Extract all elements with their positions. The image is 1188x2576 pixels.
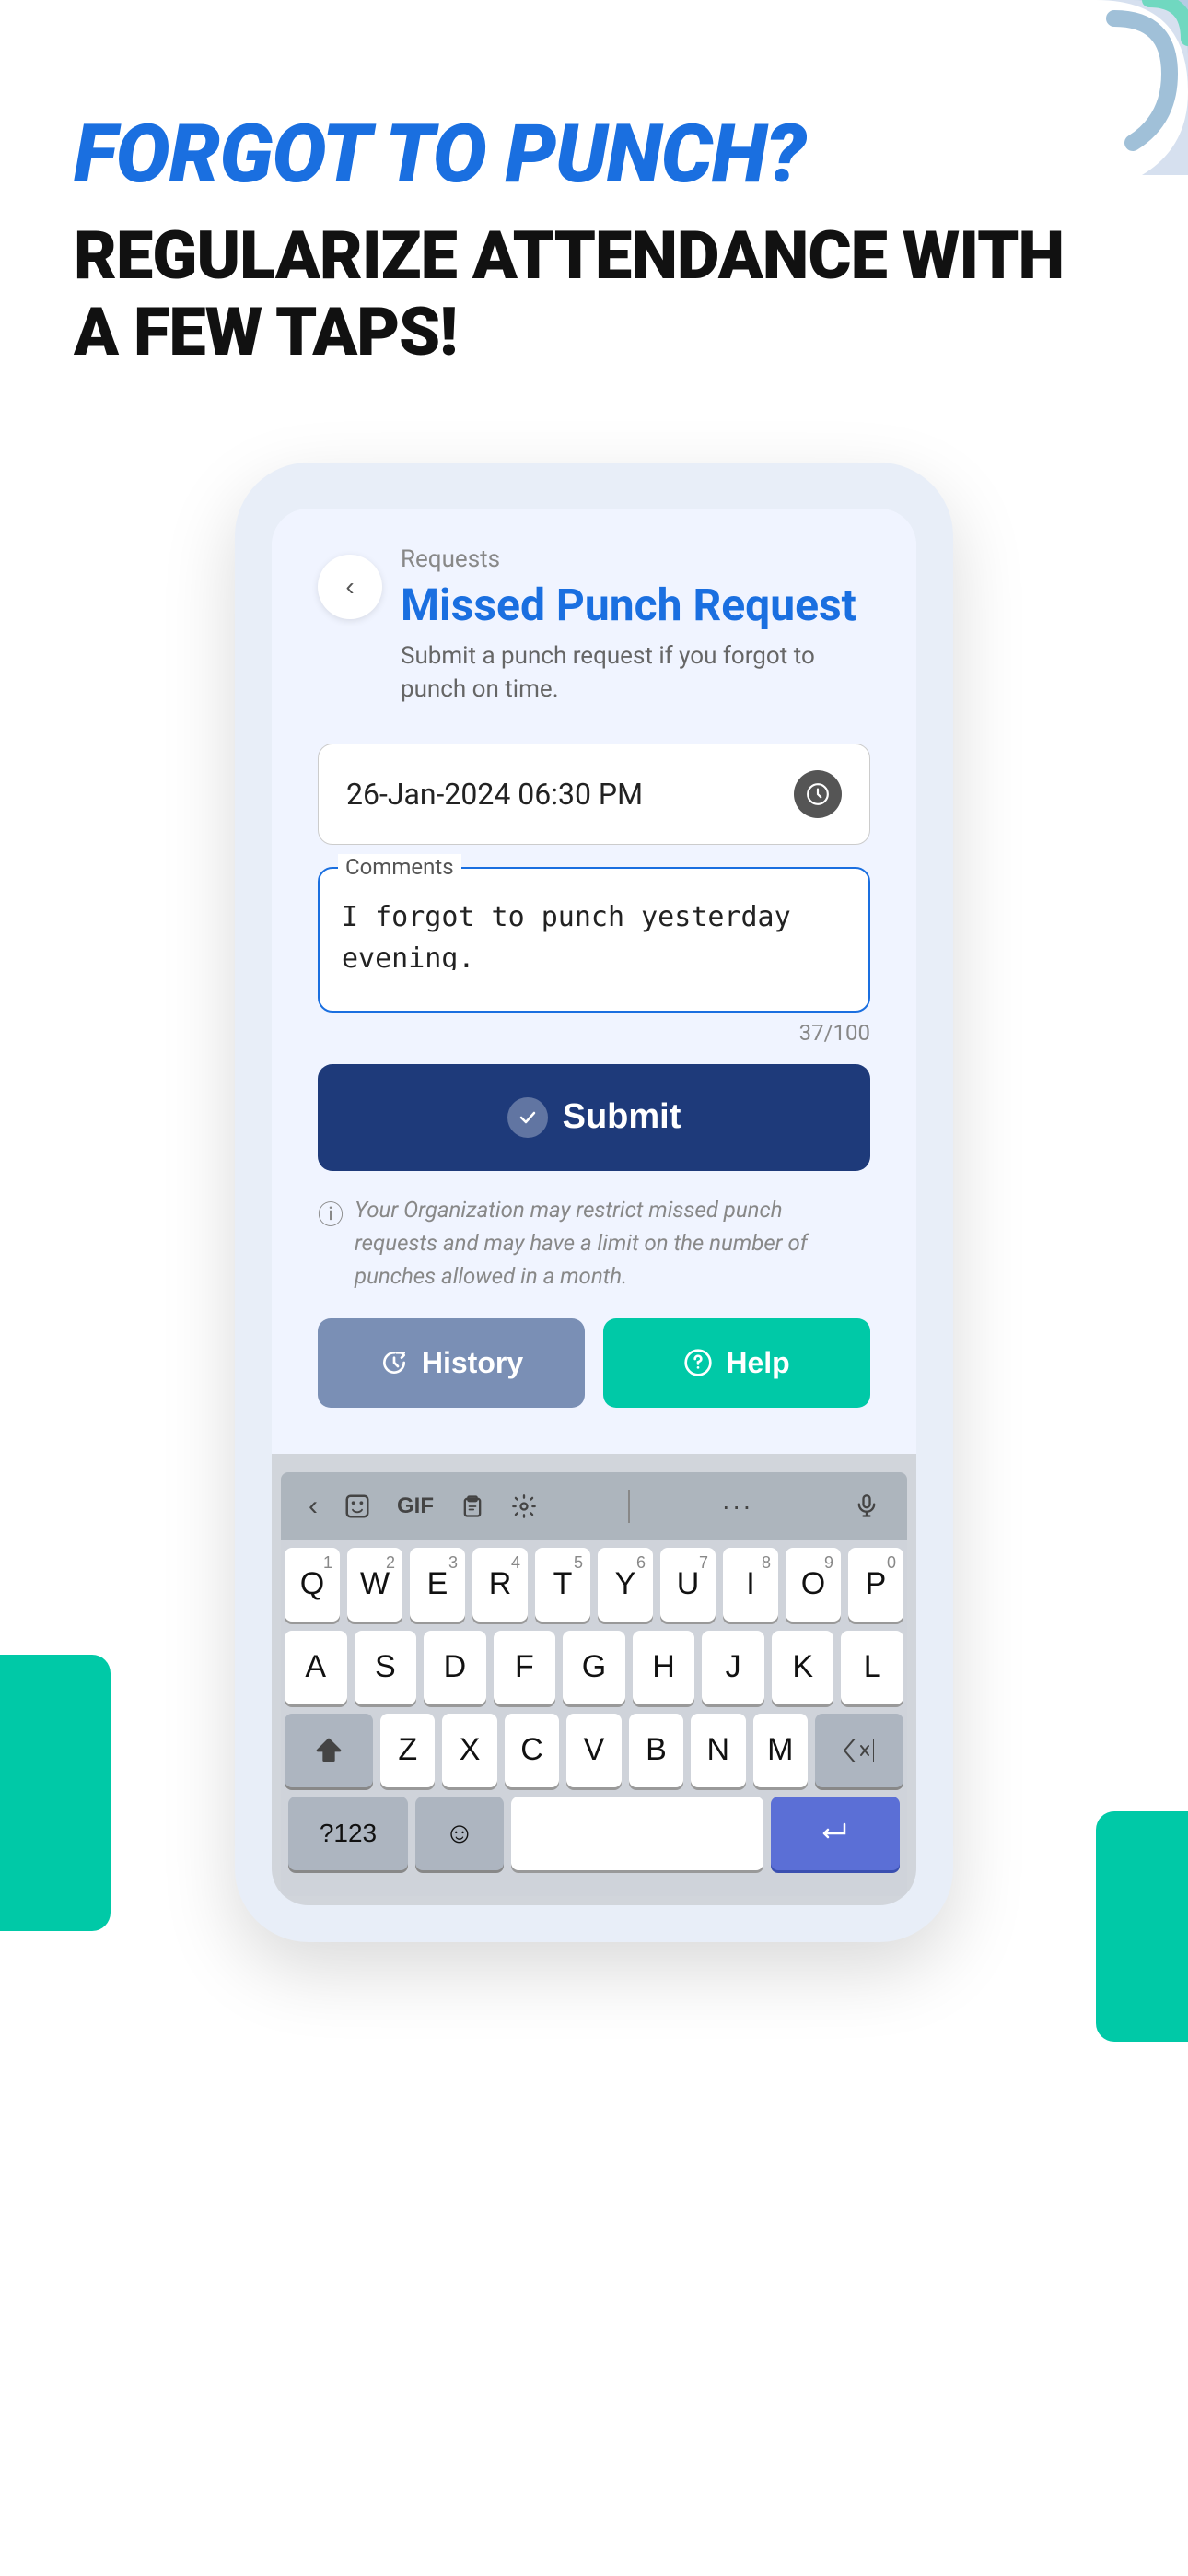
kb-key-x[interactable]: X [442,1714,496,1787]
kb-shift-key[interactable] [285,1714,373,1787]
submit-button[interactable]: Submit [318,1064,870,1171]
kb-key-a[interactable]: A [285,1631,347,1704]
back-arrow-icon: ‹ [345,572,354,602]
kb-key-u[interactable]: U7 [660,1548,716,1622]
kb-row-1: Q1 W2 E3 R4 T5 Y6 U7 I8 O9 P0 [285,1548,903,1622]
kb-key-y[interactable]: Y6 [598,1548,653,1622]
kb-emoji-key[interactable]: ☺ [415,1797,504,1870]
kb-key-k[interactable]: K [772,1631,834,1704]
kb-key-q[interactable]: Q1 [285,1548,340,1622]
help-button[interactable]: Help [603,1318,870,1408]
keyboard-area: ‹ GIF [272,1454,916,1905]
screen-title: Missed Punch Request [401,579,870,632]
char-count: 37/100 [318,1020,870,1046]
form-area: 26-Jan-2024 06:30 PM Comments 37/100 [272,725,916,1445]
clock-icon [794,770,842,818]
help-label: Help [726,1346,789,1380]
comments-label: Comments [338,854,461,880]
info-text: Your Organization may restrict missed pu… [355,1193,870,1293]
kb-key-p[interactable]: P0 [848,1548,903,1622]
corner-decoration [985,0,1188,184]
comments-input[interactable] [342,896,846,970]
kb-key-z[interactable]: Z [380,1714,435,1787]
info-notice: ⓘ Your Organization may restrict missed … [318,1193,870,1293]
breadcrumb: Requests [401,545,870,573]
kb-enter-key[interactable] [771,1797,900,1870]
kb-key-f[interactable]: F [494,1631,556,1704]
hero-title: FORGOT TO PUNCH? [74,111,1114,200]
kb-key-j[interactable]: J [702,1631,764,1704]
history-label: History [422,1346,523,1380]
submit-check-icon [507,1097,548,1138]
keyboard-toolbar: ‹ GIF [281,1472,907,1540]
screen-description: Submit a punch request if you forgot to … [401,639,870,707]
kb-key-w[interactable]: W2 [347,1548,402,1622]
datetime-value: 26-Jan-2024 06:30 PM [346,777,643,812]
back-button[interactable]: ‹ [318,555,382,619]
kb-key-v[interactable]: V [566,1714,621,1787]
kb-space-key[interactable] [511,1797,763,1870]
phone-mockup: ‹ Requests Missed Punch Request Submit a… [235,463,953,1941]
kb-key-t[interactable]: T5 [535,1548,590,1622]
screen-header: ‹ Requests Missed Punch Request Submit a… [272,509,916,724]
help-icon [683,1348,713,1377]
history-icon [379,1348,409,1377]
hero-subtitle: REGULARIZE ATTENDANCE WITH A FEW TAPS! [74,218,1114,371]
kb-key-m[interactable]: M [753,1714,808,1787]
kb-key-s[interactable]: S [355,1631,417,1704]
kb-mic-btn[interactable] [844,1488,889,1525]
keyboard-rows: Q1 W2 E3 R4 T5 Y6 U7 I8 O9 P0 A S [281,1540,907,1896]
kb-row-3: Z X C V B N M [285,1714,903,1787]
phone-screen: ‹ Requests Missed Punch Request Submit a… [272,509,916,1904]
phone-container: ‹ Requests Missed Punch Request Submit a… [0,463,1188,1941]
kb-back-btn[interactable]: ‹ [299,1485,327,1528]
header-text: Requests Missed Punch Request Submit a p… [401,545,870,706]
kb-bottom-row: ?123 ☺ [285,1797,903,1889]
kb-toolbar-left: ‹ GIF [299,1485,546,1528]
submit-label: Submit [563,1097,681,1137]
kb-numbers-key[interactable]: ?123 [288,1797,408,1870]
kb-key-i[interactable]: I8 [723,1548,778,1622]
info-icon: ⓘ [318,1195,344,1232]
kb-key-o[interactable]: O9 [786,1548,841,1622]
kb-key-l[interactable]: L [841,1631,903,1704]
kb-settings-btn[interactable] [502,1488,546,1525]
comments-wrapper[interactable]: Comments [318,867,870,1013]
datetime-input-wrapper[interactable]: 26-Jan-2024 06:30 PM [318,744,870,845]
kb-gif-btn[interactable]: GIF [388,1488,443,1525]
kb-key-h[interactable]: H [633,1631,695,1704]
kb-key-n[interactable]: N [691,1714,745,1787]
kb-key-e[interactable]: E3 [410,1548,465,1622]
history-button[interactable]: History [318,1318,585,1408]
kb-more-btn[interactable]: ··· [713,1486,763,1527]
kb-divider [628,1490,630,1523]
kb-key-b[interactable]: B [629,1714,683,1787]
kb-key-r[interactable]: R4 [472,1548,528,1622]
kb-key-c[interactable]: C [505,1714,559,1787]
kb-key-d[interactable]: D [424,1631,486,1704]
kb-emoji-board-btn[interactable] [334,1487,380,1526]
action-buttons: History Help [318,1318,870,1408]
kb-backspace-key[interactable] [815,1714,903,1787]
kb-clipboard-btn[interactable] [450,1488,495,1525]
kb-row-2: A S D F G H J K L [285,1631,903,1704]
kb-key-g[interactable]: G [563,1631,625,1704]
